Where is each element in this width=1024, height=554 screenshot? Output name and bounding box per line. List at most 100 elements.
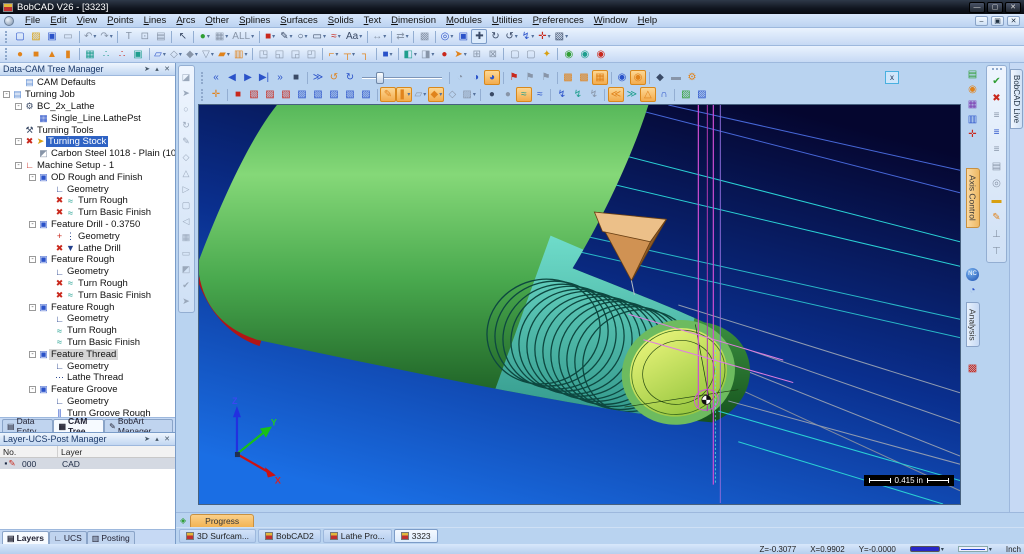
show-nc-button[interactable]: ◕ xyxy=(484,70,500,85)
normals-button[interactable]: ◨ xyxy=(419,47,436,62)
flag-end-button[interactable]: ⚑ xyxy=(538,70,554,85)
verify-back-icon[interactable]: ◁ xyxy=(179,213,194,229)
zoom-button[interactable]: ◎ xyxy=(439,29,456,44)
menu-utilities[interactable]: Utilities xyxy=(487,15,528,26)
tree-expander[interactable]: - xyxy=(15,161,22,169)
dim-plus-2-icon[interactable]: ⊤ xyxy=(988,243,1006,260)
corner-trim-button[interactable]: ┐ xyxy=(357,47,373,62)
layers-colors-icon[interactable]: ▩ xyxy=(965,361,980,376)
cancel-x-icon[interactable]: ✖ xyxy=(988,90,1006,107)
verify-pen-icon[interactable]: ✎ xyxy=(179,133,194,149)
chip-icon[interactable]: ▤ xyxy=(988,158,1006,175)
tree-expander[interactable]: - xyxy=(29,173,36,181)
verify-stamp-icon[interactable]: ◪ xyxy=(179,69,194,85)
stitch-button[interactable]: ◰ xyxy=(303,47,319,62)
view-cube-red-button[interactable]: ■ xyxy=(230,87,246,102)
origin-button[interactable]: ✛ xyxy=(536,29,552,44)
tree-expander[interactable] xyxy=(45,209,52,216)
stock-wizard-button[interactable]: ▥ xyxy=(232,47,249,62)
world-cam-button[interactable]: ◉ xyxy=(577,47,593,62)
tree-machine-bc-2x-lathe[interactable]: - ⚙ BC_2x_Lathe xyxy=(0,101,175,113)
tree-expander[interactable] xyxy=(45,268,52,275)
report-icon[interactable]: ▤ xyxy=(965,67,980,82)
extrude-button[interactable]: ▱ xyxy=(152,47,168,62)
menu-splines[interactable]: Splines xyxy=(234,15,275,26)
tree-expander[interactable] xyxy=(45,398,52,405)
text-style-button[interactable]: Aa xyxy=(344,29,364,44)
gouge-check-button[interactable]: ≪ xyxy=(607,87,624,102)
wintab-3323[interactable]: 3323 xyxy=(393,529,438,543)
verify-rotate-icon[interactable]: ↻ xyxy=(179,117,194,133)
chamfer-button[interactable]: ┬ xyxy=(341,47,357,62)
tree-machine-setup-1[interactable]: - ∟ Machine Setup - 1 xyxy=(0,160,175,172)
tree-expander[interactable]: - xyxy=(29,220,36,228)
tree-stock-material[interactable]: ◩ Carbon Steel 1018 - Plain (100-125 HB) xyxy=(0,148,175,160)
tree-lathe-thread[interactable]: ⋯ Lathe Thread xyxy=(0,372,175,384)
tree-expander[interactable]: - xyxy=(29,386,36,394)
palette-icon[interactable]: ▦ xyxy=(965,97,980,112)
tool-display-button[interactable]: ❚ xyxy=(396,87,413,102)
undo-button[interactable]: ↶ xyxy=(82,29,98,44)
layer-row-cad[interactable]: ▪ ✎ 000 CAD xyxy=(0,458,175,469)
tree-od-rough-and-finish[interactable]: - ▣ OD Rough and Finish xyxy=(0,171,175,183)
tree-expander[interactable] xyxy=(45,363,52,370)
panel-close-button[interactable]: ✕ xyxy=(162,64,172,74)
tree-expander[interactable] xyxy=(45,315,52,322)
close-button[interactable]: ✕ xyxy=(1005,1,1021,13)
verify-corner-icon[interactable]: ◩ xyxy=(179,261,194,277)
tree-expander[interactable] xyxy=(29,150,36,157)
menu-window[interactable]: Window xyxy=(589,15,633,26)
minimize-button[interactable]: — xyxy=(969,1,985,13)
column-layer[interactable]: Layer xyxy=(58,446,175,457)
flag-start-button[interactable]: ⚑ xyxy=(522,70,538,85)
tree-expander[interactable] xyxy=(45,292,52,299)
spline-style-button[interactable]: ≈ xyxy=(328,29,344,44)
toolbar-close-button[interactable]: x xyxy=(885,71,899,84)
save-button[interactable]: ▣ xyxy=(44,29,60,44)
stock-solid-button[interactable]: ▨ xyxy=(460,87,477,102)
toolbar-grip[interactable] xyxy=(201,88,205,101)
chart-icon[interactable]: ▥ xyxy=(965,112,980,127)
panel-pin-button[interactable]: ➤ xyxy=(142,64,152,74)
hatch-button[interactable]: ▩ xyxy=(417,29,433,44)
wintab-lathe-pro[interactable]: Lathe Pro... xyxy=(322,529,392,543)
column-no[interactable]: No. xyxy=(0,446,58,457)
stock-box-button[interactable]: ▦ xyxy=(82,47,98,62)
view-top-button[interactable]: ▨ xyxy=(294,87,310,102)
tree-expander[interactable] xyxy=(45,374,52,381)
tree-feature-thread[interactable]: - ▣ Feature Thread xyxy=(0,348,175,360)
tree-turning-job[interactable]: - ▤ Turning Job xyxy=(0,89,175,101)
sim-view-active-button[interactable]: ◉ xyxy=(630,70,646,85)
revolve-button[interactable]: ◇ xyxy=(168,47,184,62)
line-style-dropdown[interactable]: ▾ xyxy=(957,546,992,553)
brush-icon[interactable]: ✎ xyxy=(988,209,1006,226)
compass-icon[interactable]: ◔ xyxy=(965,283,980,298)
new-file-button[interactable]: ▢ xyxy=(12,29,28,44)
apply-icon[interactable]: ➤ xyxy=(179,293,194,309)
tree-turn-basic-finish-2[interactable]: ≈ Turn Basic Finish xyxy=(0,337,175,349)
sim-step-back-button[interactable]: ◀ xyxy=(224,70,240,85)
color-dropdown[interactable]: ▾ xyxy=(909,546,944,553)
verify-square-icon[interactable]: ▢ xyxy=(179,197,194,213)
sim-refresh-button[interactable]: ↻ xyxy=(342,70,358,85)
menu-arcs[interactable]: Arcs xyxy=(171,15,200,26)
view-cube-button[interactable]: ▧ xyxy=(553,29,570,44)
menu-text[interactable]: Text xyxy=(359,15,386,26)
tree-feature-drill[interactable]: - ▣ Feature Drill - 0.3750 xyxy=(0,219,175,231)
tree-turn-rough-2[interactable]: ≈ Turn Rough xyxy=(0,325,175,337)
tree-turn-basic-finish-od[interactable]: ✖ ≈ Turn Basic Finish xyxy=(0,207,175,219)
verify-play-icon[interactable]: ▷ xyxy=(179,181,194,197)
tree-cam-defaults[interactable]: ▤ CAM Defaults xyxy=(0,77,175,89)
menu-surfaces[interactable]: Surfaces xyxy=(275,15,323,26)
menu-edit[interactable]: Edit xyxy=(45,15,71,26)
tree-expander[interactable]: - xyxy=(29,256,36,264)
compare-stock-button[interactable]: ▩ xyxy=(560,70,576,85)
tree-turn-rough-1[interactable]: ✖ ≈ Turn Rough xyxy=(0,278,175,290)
tree-expander[interactable]: - xyxy=(29,350,36,358)
menu-lines[interactable]: Lines xyxy=(139,15,172,26)
verify-dark-button[interactable]: ● xyxy=(484,87,500,102)
tab-cam-tree[interactable]: ▦ CAM Tree xyxy=(53,416,105,436)
menu-view[interactable]: View xyxy=(72,15,102,26)
sim-section-button[interactable]: ◆ xyxy=(652,70,668,85)
extract-edge-button[interactable]: ▢ xyxy=(507,47,523,62)
